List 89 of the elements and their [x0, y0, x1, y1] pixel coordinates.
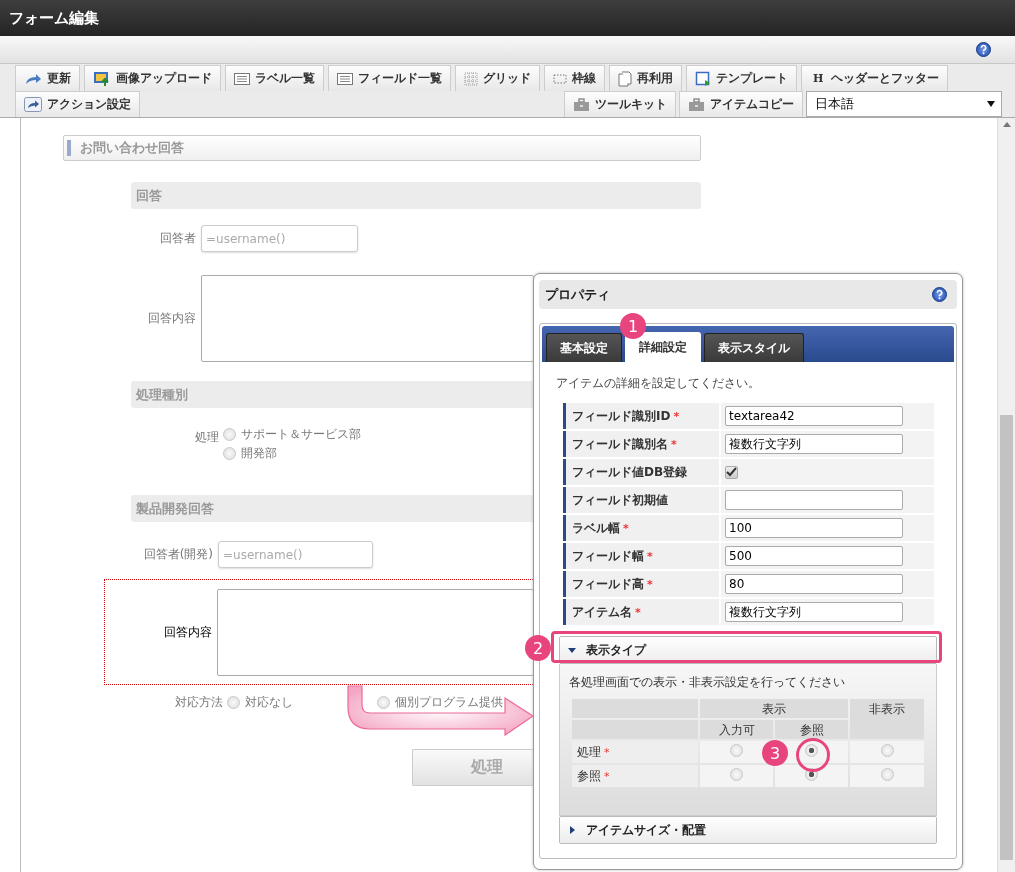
radio-button[interactable]: [880, 744, 894, 757]
caret-right-icon: [568, 826, 576, 834]
toolbar-button[interactable]: H ヘッダーとフッター: [801, 65, 949, 91]
header-cell: 参照: [775, 720, 848, 739]
tab[interactable]: 基本設定: [546, 333, 622, 362]
field-label: 回答内容: [163, 623, 213, 641]
property-label: フィールド識別ID *: [563, 403, 719, 429]
radio-button[interactable]: [730, 768, 743, 781]
step-badge: 1: [620, 313, 646, 339]
field-label: 対応方法: [174, 694, 224, 711]
tab[interactable]: 表示スタイル: [704, 333, 804, 362]
grid-icon: [464, 71, 478, 86]
scroll-up-icon: [1002, 122, 1011, 127]
radio-button[interactable]: [730, 744, 743, 757]
text-field[interactable]: 複数行文字列: [725, 602, 903, 622]
toolbar-button[interactable]: アクション設定: [15, 91, 140, 117]
step-badge: 2: [525, 635, 551, 661]
radio-label: サポート＆サービス部: [241, 426, 361, 443]
tab[interactable]: 詳細設定: [625, 332, 701, 362]
radio-button[interactable]: [377, 696, 390, 709]
property-label: フィールド識別名 *: [563, 431, 719, 457]
list-icon: [337, 72, 353, 85]
property-label: フィールド初期値: [563, 487, 719, 513]
caret-down-icon: [568, 646, 576, 654]
arrow-icon: [24, 71, 42, 86]
text-field[interactable]: textarea42: [725, 406, 903, 426]
help-icon: [976, 42, 991, 57]
template-icon: [695, 70, 711, 87]
radio-button[interactable]: [223, 447, 236, 460]
briefcase-icon: [573, 97, 590, 112]
property-label: フィールド幅 *: [563, 543, 719, 569]
dashed-frame-icon: [553, 72, 567, 85]
header-cell: 入力可: [700, 720, 773, 739]
window-title: フォーム編集: [9, 8, 99, 28]
toolbar-button[interactable]: 再利用: [609, 65, 682, 91]
field-label: 回答者(開発): [142, 546, 214, 563]
property-label: ラベル幅 *: [563, 515, 719, 541]
text-field[interactable]: 複数行文字列: [725, 434, 903, 454]
text-field[interactable]: 500: [725, 546, 903, 566]
toolbar-button[interactable]: 枠線: [544, 65, 605, 91]
field-label: 回答内容: [147, 310, 197, 327]
radio-label: 個別プログラム提供: [395, 694, 503, 711]
highlight-ring: [796, 738, 830, 772]
toolbar-button[interactable]: ラベル一覧: [225, 65, 324, 91]
description-text: 各処理画面での表示・非表示設定を行ってください: [568, 674, 846, 691]
property-label: フィールド値DB登録: [563, 459, 719, 485]
scrollbar[interactable]: [997, 118, 1015, 872]
document-icon: [618, 70, 632, 87]
radio-button[interactable]: [223, 428, 236, 441]
list-icon: [234, 72, 250, 85]
language-select[interactable]: 日本語: [806, 91, 1002, 117]
accordion-header[interactable]: アイテムサイズ・配置: [559, 816, 937, 844]
scrollbar-thumb[interactable]: [1000, 415, 1013, 860]
text-area[interactable]: [217, 588, 534, 676]
property-label: フィールド高 *: [563, 571, 719, 597]
radio-label: 対応なし: [245, 694, 293, 711]
panel-title: プロパティ: [545, 285, 610, 304]
picture-icon: [93, 70, 111, 87]
radio-button[interactable]: [805, 744, 818, 757]
radio-button[interactable]: [227, 696, 240, 709]
h-letter-icon: H: [810, 72, 827, 85]
toolbar-button[interactable]: 更新: [15, 65, 80, 91]
briefcase-icon: [688, 97, 705, 112]
field-label: 処理: [194, 429, 220, 446]
property-label: アイテム名 *: [563, 599, 719, 625]
row-label: 処理 *: [572, 741, 698, 763]
help-icon: [932, 287, 947, 302]
text-field[interactable]: 80: [725, 574, 903, 594]
field-label: 回答者: [159, 230, 197, 247]
header-cell: 非表示: [850, 699, 924, 739]
toolbar-button[interactable]: アイテムコピー: [679, 91, 803, 117]
text-field[interactable]: =username(): [201, 225, 358, 252]
header-cell: 表示: [700, 699, 848, 718]
toolbar-button[interactable]: フィールド一覧: [328, 65, 451, 91]
toolbar-button[interactable]: 画像アップロード: [84, 65, 221, 91]
text-field[interactable]: 100: [725, 518, 903, 538]
checkbox[interactable]: [725, 465, 738, 479]
group-header: 回答: [131, 182, 701, 209]
toolbar-button[interactable]: ツールキット: [564, 91, 676, 117]
section-header: お問い合わせ回答: [63, 135, 701, 161]
toolbar-button[interactable]: グリッド: [455, 65, 540, 91]
text-field[interactable]: =username(): [218, 541, 373, 568]
text-field[interactable]: [725, 490, 903, 510]
caret-icon: [987, 101, 995, 107]
row-label: 参照 *: [572, 765, 698, 787]
radio-button[interactable]: [880, 768, 894, 781]
text-area[interactable]: [201, 275, 534, 362]
toolbar-button[interactable]: テンプレート: [686, 65, 797, 91]
radio-label: 開発部: [241, 445, 277, 462]
